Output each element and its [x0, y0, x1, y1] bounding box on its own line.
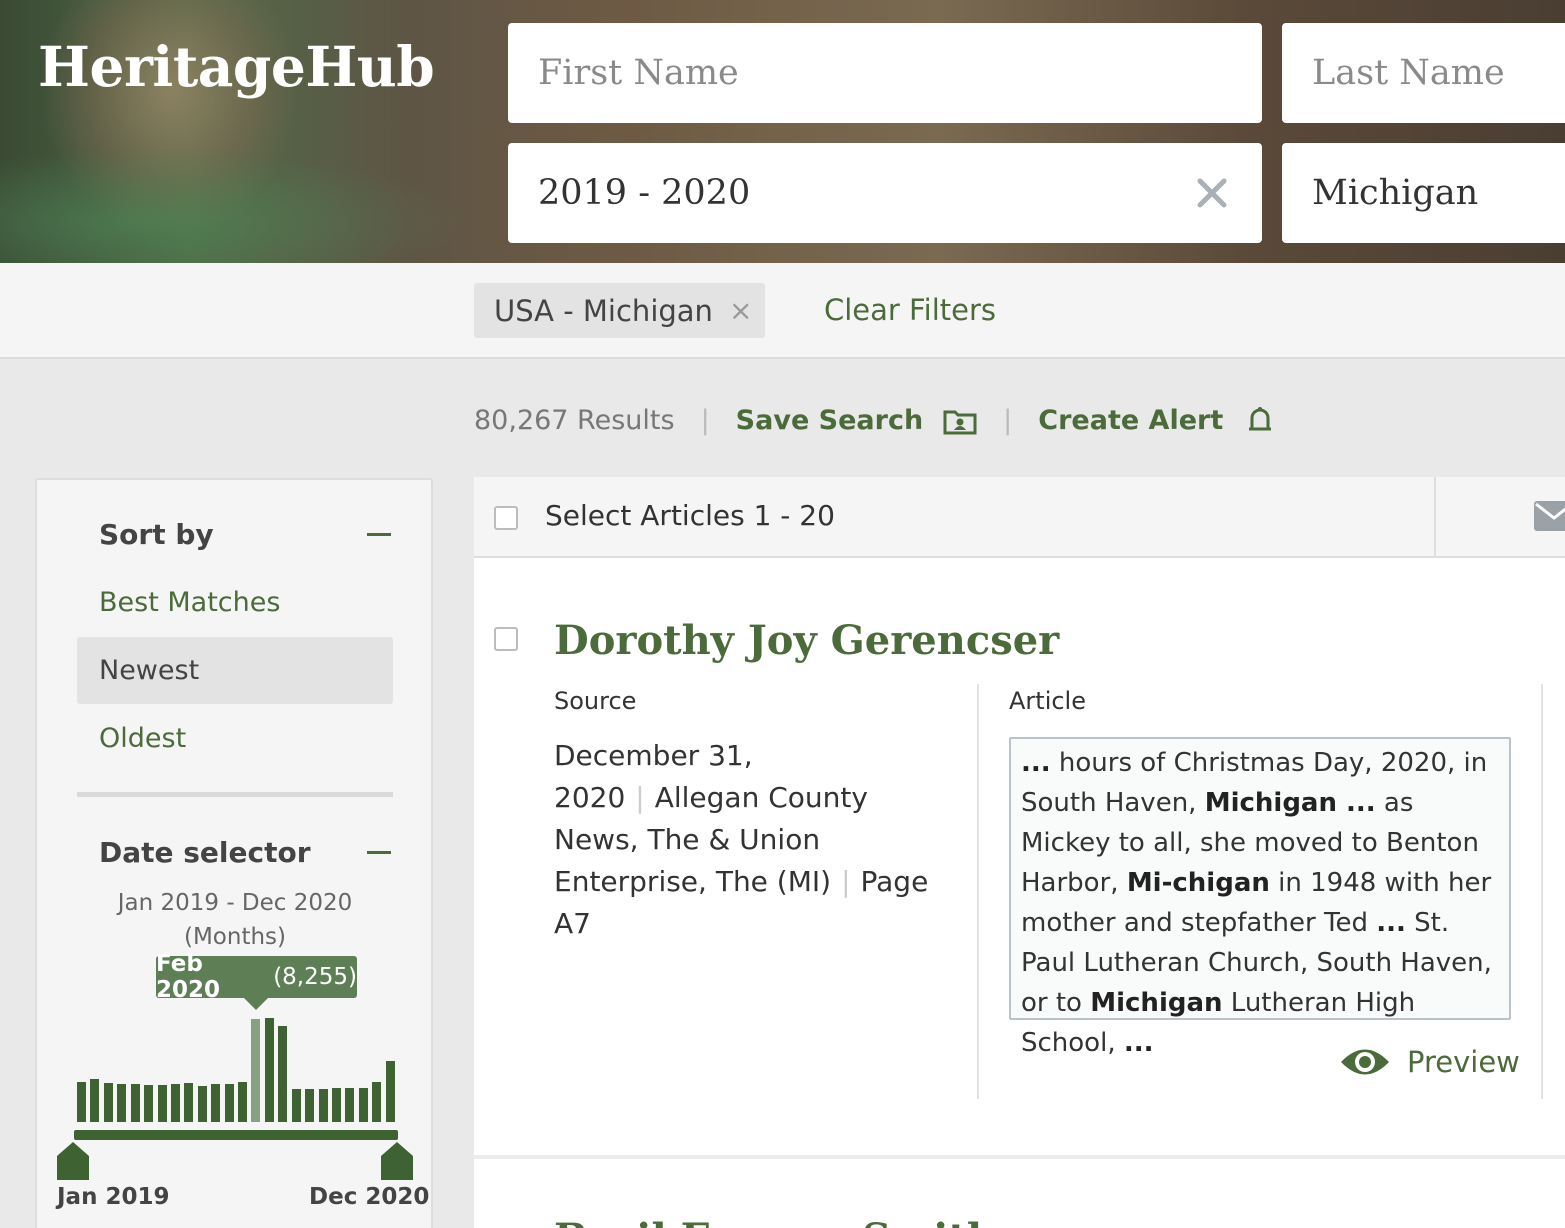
date-range-input[interactable]: 2019 - 2020 — [508, 143, 1262, 243]
histogram-bar[interactable] — [251, 1019, 261, 1122]
histogram-bar[interactable] — [385, 1061, 395, 1122]
histogram-bar[interactable] — [157, 1085, 167, 1122]
histogram-bar[interactable] — [318, 1089, 328, 1122]
collapse-sort-icon[interactable] — [367, 533, 391, 536]
histogram-bar[interactable] — [305, 1089, 315, 1122]
article-snippet: ... hours of Christmas Day, 2020, in Sou… — [1009, 737, 1511, 1058]
axis-start-label: Jan 2019 — [57, 1184, 170, 1210]
results-toolbar: 80,267 Results | Save Search | Create Al… — [474, 398, 1277, 443]
sort-by-heading: Sort by — [99, 518, 214, 551]
date-range-label: Jan 2019 - Dec 2020 — [117, 890, 353, 916]
histogram-bar[interactable] — [170, 1084, 180, 1122]
article-title[interactable]: Dorothy Joy Gerencser — [554, 617, 1059, 664]
histogram-bar[interactable] — [197, 1086, 207, 1122]
histogram-bar[interactable] — [345, 1088, 355, 1122]
first-name-input[interactable]: First Name — [508, 23, 1262, 123]
bell-icon[interactable] — [1243, 405, 1277, 437]
last-name-input[interactable]: Last Name — [1282, 23, 1565, 123]
histogram-bar[interactable] — [211, 1084, 221, 1122]
select-articles-bar: Select Articles 1 - 20 — [474, 477, 1565, 558]
date-histogram[interactable] — [75, 1010, 397, 1122]
preview-button[interactable]: Preview — [1339, 1045, 1520, 1079]
toolbar-separator: | — [700, 405, 710, 436]
result-divider — [474, 1155, 1565, 1159]
toolbar-separator: | — [1003, 405, 1013, 436]
source-label: Source — [554, 687, 637, 715]
first-name-placeholder: First Name — [538, 53, 739, 93]
histogram-tooltip: Feb 2020 (8,255) — [156, 951, 357, 1010]
column-divider — [1541, 684, 1543, 1099]
article-label: Article — [1009, 687, 1086, 715]
select-articles-label: Select Articles 1 - 20 — [545, 499, 835, 532]
source-separator: | — [635, 781, 645, 814]
date-slider-track[interactable] — [74, 1130, 398, 1140]
tooltip-count: (8,255) — [273, 964, 357, 990]
last-name-placeholder: Last Name — [1312, 53, 1505, 93]
results-panel: Select Articles 1 - 20 Dorothy Joy Geren… — [474, 477, 1565, 1228]
article-checkbox[interactable] — [494, 627, 518, 651]
histogram-bar[interactable] — [372, 1082, 382, 1122]
clear-filters-link[interactable]: Clear Filters — [824, 293, 996, 327]
histogram-bar[interactable] — [278, 1026, 288, 1122]
slider-end-handle[interactable] — [381, 1142, 413, 1180]
sidebar-panel: Sort by Best Matches Newest Oldest Date … — [35, 478, 433, 1228]
date-range-value: 2019 - 2020 — [538, 173, 751, 213]
histogram-bar[interactable] — [238, 1082, 247, 1122]
date-selector-heading: Date selector — [99, 836, 311, 869]
filter-bar: USA - Michigan × Clear Filters — [0, 263, 1565, 359]
app-logo[interactable]: HeritageHub — [38, 34, 435, 99]
histogram-bar[interactable] — [184, 1083, 194, 1122]
place-value: Michigan — [1312, 173, 1479, 213]
histogram-bar[interactable] — [103, 1083, 113, 1122]
eye-icon — [1341, 1049, 1389, 1075]
sort-option-newest[interactable]: Newest — [77, 637, 393, 704]
column-divider — [977, 684, 979, 1099]
create-alert-link[interactable]: Create Alert — [1038, 405, 1223, 436]
clear-date-icon[interactable] — [1192, 173, 1232, 213]
date-range-unit: (Months) — [183, 924, 287, 950]
folder-icon[interactable] — [943, 407, 977, 435]
tooltip-month: Feb 2020 — [156, 951, 221, 1003]
histogram-bar[interactable] — [117, 1084, 127, 1122]
email-icon[interactable] — [1534, 501, 1565, 535]
histogram-bar[interactable] — [130, 1084, 140, 1122]
collapse-date-icon[interactable] — [367, 851, 391, 854]
results-count: 80,267 Results — [474, 405, 675, 436]
select-all-checkbox[interactable] — [494, 506, 518, 530]
sort-option-best-matches[interactable]: Best Matches — [77, 569, 393, 636]
histogram-bar[interactable] — [77, 1082, 86, 1122]
histogram-bar[interactable] — [291, 1089, 301, 1122]
search-header: HeritageHub First Name Last Name 2019 - … — [0, 0, 1565, 263]
preview-label: Preview — [1407, 1045, 1520, 1079]
sort-option-oldest[interactable]: Oldest — [77, 705, 393, 772]
histogram-bar[interactable] — [90, 1079, 100, 1122]
save-search-link[interactable]: Save Search — [736, 405, 924, 436]
filter-chip-label: USA - Michigan — [494, 293, 713, 328]
axis-end-label: Dec 2020 — [309, 1184, 430, 1210]
histogram-bar[interactable] — [224, 1084, 234, 1122]
toolbar-divider — [1434, 477, 1436, 558]
article-title[interactable]: Basil Eugene Smith — [554, 1215, 996, 1228]
histogram-bar[interactable] — [144, 1085, 154, 1122]
sidebar-divider — [77, 792, 393, 797]
source-details: December 31, 2020 | Allegan County News, T… — [554, 735, 934, 945]
remove-filter-icon[interactable]: × — [729, 294, 752, 327]
histogram-bar[interactable] — [358, 1088, 368, 1122]
filter-chip-location[interactable]: USA - Michigan × — [474, 283, 765, 338]
source-separator: | — [841, 865, 851, 898]
slider-start-handle[interactable] — [57, 1142, 89, 1180]
histogram-bar[interactable] — [264, 1018, 274, 1122]
place-input[interactable]: Michigan — [1282, 143, 1565, 243]
histogram-bar[interactable] — [331, 1088, 341, 1122]
